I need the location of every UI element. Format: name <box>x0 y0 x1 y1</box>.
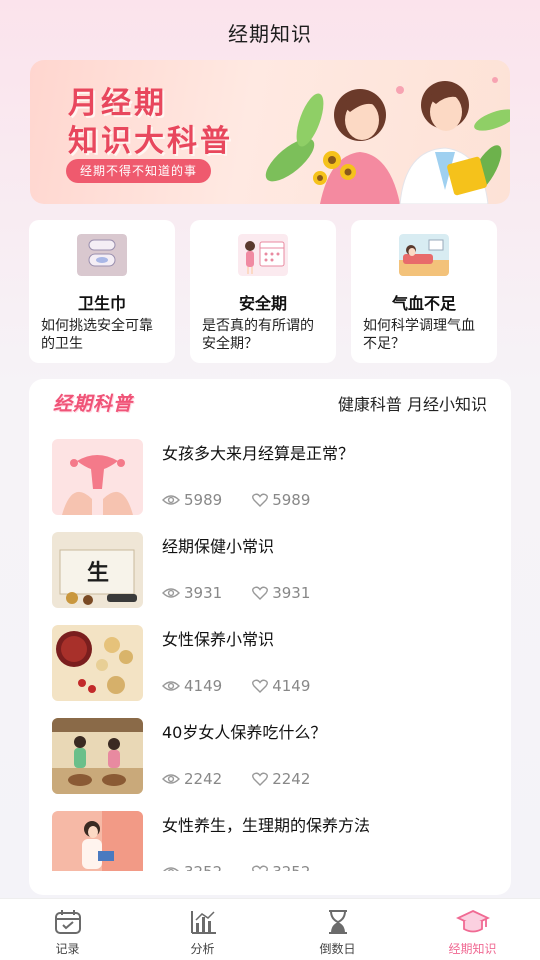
tab-label: 分析 <box>190 942 215 956</box>
heart-icon <box>252 493 269 507</box>
like-count[interactable]: 2242 <box>252 770 310 788</box>
banner[interactable]: 月经期 知识大科普 经期不得不知道的事 <box>30 60 510 204</box>
tab-label: 倒数日 <box>319 942 356 956</box>
category-row: 卫生巾 如何挑选安全可靠的卫生 安全期 是否真的有所谓的安全期？ 气血不足 如何… <box>29 220 511 363</box>
view-count: 4149 <box>162 677 222 695</box>
like-count-value: 5989 <box>272 491 311 509</box>
category-title: 气血不足 <box>391 294 456 313</box>
list-item[interactable]: 女孩多大来月经算是正常？ 5989 5989 <box>52 439 497 532</box>
tab-label: 记录 <box>55 942 80 956</box>
category-desc: 如何科学调理气血不足？ <box>363 318 475 352</box>
category-card-qi-blood[interactable]: 气血不足 如何科学调理气血不足？ <box>351 220 497 363</box>
view-count-value: 2242 <box>184 770 223 788</box>
banner-title-line2: 知识大科普 <box>68 124 233 159</box>
view-count: 5989 <box>162 491 222 509</box>
banner-illustration <box>265 77 510 204</box>
tab-analysis[interactable]: 分析 <box>135 899 270 960</box>
view-count-value: 3931 <box>184 584 223 602</box>
article-title: 40岁女人保养吃什么？ <box>162 723 327 742</box>
like-count-value: 3252 <box>272 863 310 871</box>
view-count-value: 4149 <box>184 677 223 695</box>
bottom-tab-bar: 记录 分析 倒数日 经期知识 <box>0 898 540 960</box>
article-stats: 5989 5989 <box>162 491 340 509</box>
resting-woman-icon <box>399 234 449 276</box>
view-count: 3252 <box>162 863 222 871</box>
article-title: 经期保健小常识 <box>162 537 275 556</box>
calendar-woman-icon <box>238 234 288 276</box>
heart-icon <box>252 679 269 693</box>
tab-countdown[interactable]: 倒数日 <box>270 899 405 960</box>
list-item[interactable]: 女性养生，生理期的保养方法 3252 3252 <box>52 811 497 871</box>
article-thumbnail: 生 <box>52 532 143 608</box>
like-count-value: 3931 <box>272 584 311 602</box>
tab-label: 经期知识 <box>448 942 497 956</box>
article-stats: 3252 3252 <box>162 863 340 871</box>
article-panel: 经期科普 健康科普 月经小知识 女孩多大来月经算是正常？ 5989 5989 生… <box>29 379 511 895</box>
graduation-cap-icon <box>455 910 490 933</box>
like-count[interactable]: 3252 <box>252 863 310 871</box>
eye-icon <box>162 495 180 505</box>
article-stats: 4149 4149 <box>162 677 340 695</box>
like-count-value: 4149 <box>272 677 311 695</box>
eye-icon <box>162 681 180 691</box>
category-card-sanitary-pad[interactable]: 卫生巾 如何挑选安全可靠的卫生 <box>29 220 175 363</box>
heart-icon <box>252 772 269 786</box>
sanitary-pad-icon <box>77 234 127 276</box>
tab-knowledge[interactable]: 经期知识 <box>405 899 540 960</box>
page-title: 经期知识 <box>228 21 312 46</box>
eye-icon <box>162 774 180 784</box>
eye-icon <box>162 588 180 598</box>
like-count[interactable]: 5989 <box>252 491 310 509</box>
category-desc: 是否真的有所谓的安全期？ <box>202 318 314 352</box>
banner-pill: 经期不得不知道的事 <box>66 159 212 183</box>
view-count-value: 5989 <box>184 491 223 509</box>
article-stats: 3931 3931 <box>162 584 340 602</box>
like-count[interactable]: 4149 <box>252 677 310 695</box>
like-count-value: 2242 <box>272 770 311 788</box>
section-subtitle: 健康科普 月经小知识 <box>337 395 487 414</box>
list-item[interactable]: 生 经期保健小常识 3931 3931 <box>52 532 497 625</box>
view-count: 2242 <box>162 770 222 788</box>
article-stats: 2242 2242 <box>162 770 340 788</box>
article-thumbnail <box>52 718 143 794</box>
view-count: 3931 <box>162 584 222 602</box>
section-header: 经期科普 健康科普 月经小知识 <box>53 389 487 419</box>
hourglass-icon <box>328 910 347 934</box>
eye-icon <box>163 867 179 871</box>
article-thumbnail <box>52 439 143 515</box>
article-thumbnail <box>52 811 143 871</box>
list-item[interactable]: 女性保养小常识 4149 4149 <box>52 625 497 718</box>
view-count-value: 3252 <box>184 863 222 871</box>
article-title: 女性保养小常识 <box>162 630 275 649</box>
list-item[interactable]: 40岁女人保养吃什么？ 2242 2242 <box>52 718 497 811</box>
article-title: 女性养生，生理期的保养方法 <box>162 816 371 835</box>
article-title: 女孩多大来月经算是正常？ <box>162 444 355 463</box>
section-title: 经期科普 <box>53 393 134 415</box>
article-thumbnail <box>52 625 143 701</box>
heart-icon <box>252 586 269 600</box>
svg-text:生: 生 <box>87 560 109 586</box>
calendar-icon <box>54 910 81 934</box>
bar-chart-icon <box>190 911 216 934</box>
tab-record[interactable]: 记录 <box>0 899 135 960</box>
article-list: 女孩多大来月经算是正常？ 5989 5989 生 经期保健小常识 3931 39… <box>52 439 497 871</box>
like-count[interactable]: 3931 <box>252 584 310 602</box>
category-card-safe-period[interactable]: 安全期 是否真的有所谓的安全期？ <box>190 220 336 363</box>
category-title: 安全期 <box>238 294 287 313</box>
top-bar: 经期知识 <box>0 0 540 64</box>
heart-icon <box>252 865 269 871</box>
category-title: 卫生巾 <box>77 294 126 313</box>
category-desc: 如何挑选安全可靠的卫生 <box>41 318 153 352</box>
